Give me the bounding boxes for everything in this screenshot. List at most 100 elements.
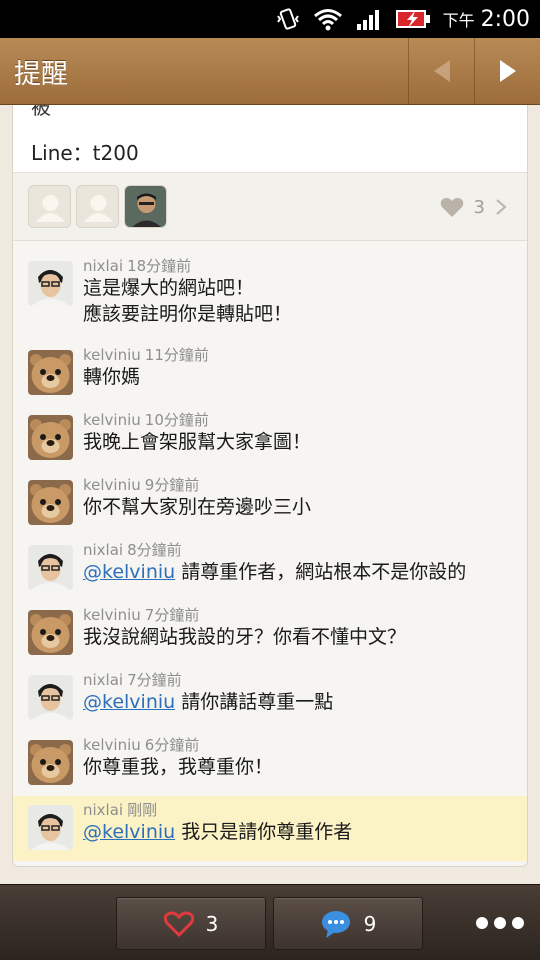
comment-item[interactable]: kelviniu 10分鐘前 我晚上會架服幫大家拿圖！ xyxy=(13,406,527,471)
comment-username: kelviniu xyxy=(83,346,141,364)
comment-text: 你不幫大家別在旁邊吵三小 xyxy=(83,494,311,520)
post-text-partial: 被 xyxy=(31,105,51,119)
more-options-button[interactable] xyxy=(476,903,524,943)
comment-username: kelviniu xyxy=(83,411,141,429)
comment-username: kelviniu xyxy=(83,736,141,754)
comment-item[interactable]: kelviniu 9分鐘前 你不幫大家別在旁邊吵三小 xyxy=(13,471,527,536)
mention-link[interactable]: @kelviniu xyxy=(83,821,175,843)
comment-time: 9分鐘前 xyxy=(144,476,200,494)
comment-line: 轉你媽 xyxy=(83,366,141,388)
comment-time: 7分鐘前 xyxy=(127,671,182,689)
comment-line: 請尊重作者，網站根本不是你設的 xyxy=(181,561,467,583)
comment-text: 我沒說網站我設的牙？你看不懂中文？ xyxy=(83,624,406,650)
default-person-icon xyxy=(84,195,113,222)
comment-text: 這是爆大的網站吧！ 應該要註明你是轉貼吧！ xyxy=(83,275,292,327)
comment-time: 8分鐘前 xyxy=(127,541,182,559)
comment-line: 你不幫大家別在旁邊吵三小 xyxy=(83,496,312,518)
comment-meta: kelviniu 7分鐘前 xyxy=(83,604,199,625)
liker-avatar-photo[interactable] xyxy=(124,185,167,228)
avatar[interactable] xyxy=(28,610,73,655)
comment-text: @kelviniu 我只是請你尊重作者 xyxy=(83,819,352,845)
man-portrait-icon xyxy=(28,545,73,590)
man-portrait-icon xyxy=(28,261,73,306)
liker-avatar-placeholder[interactable] xyxy=(28,185,71,228)
avatar[interactable] xyxy=(28,350,73,395)
comment-username: kelviniu xyxy=(83,606,141,624)
comment-username: nixlai xyxy=(83,801,124,819)
teddy-bear-icon xyxy=(28,350,73,395)
chevron-right-icon xyxy=(496,199,507,215)
previous-button[interactable] xyxy=(408,37,474,105)
comment-line: 我只是請你尊重作者 xyxy=(181,821,353,843)
man-portrait-icon xyxy=(28,675,73,720)
like-count: 3 xyxy=(205,911,219,936)
like-button[interactable]: 3 xyxy=(116,897,266,950)
post-card: 被 Line：t200 3 nixlai 18分鐘前 這是爆大的網站吧！ 應該要註明… xyxy=(12,105,528,867)
avatar[interactable] xyxy=(28,480,73,525)
more-dot-icon xyxy=(476,917,488,929)
comment-meta: kelviniu 10分鐘前 xyxy=(83,409,209,430)
bottom-action-bar: 3 9 xyxy=(0,884,540,960)
avatar[interactable] xyxy=(28,675,73,720)
comment-time: 剛剛 xyxy=(127,801,158,819)
comment-item[interactable]: kelviniu 6分鐘前 你尊重我，我尊重你！ xyxy=(13,731,527,796)
next-button[interactable] xyxy=(474,37,540,105)
comment-text: 你尊重我，我尊重你！ xyxy=(83,754,273,780)
comment-time: 7分鐘前 xyxy=(144,606,200,624)
clock: 下午 2:00 xyxy=(443,7,530,32)
comment-meta: nixlai 18分鐘前 xyxy=(83,255,191,276)
person-photo-icon xyxy=(125,186,166,227)
battery-icon xyxy=(395,6,431,32)
comment-username: kelviniu xyxy=(83,476,141,494)
comment-text: 轉你媽 xyxy=(83,364,140,390)
comment-meta: nixlai 8分鐘前 xyxy=(83,539,182,560)
comment-item[interactable]: nixlai 18分鐘前 這是爆大的網站吧！ 應該要註明你是轉貼吧！ xyxy=(13,252,527,325)
mention-link[interactable]: @kelviniu xyxy=(83,561,175,583)
status-bar: 下午 2:00 xyxy=(0,0,540,38)
more-dot-icon xyxy=(512,917,524,929)
teddy-bear-icon xyxy=(28,480,73,525)
clock-time: 2:00 xyxy=(480,6,530,32)
comment-meta: nixlai 7分鐘前 xyxy=(83,669,182,690)
heart-icon xyxy=(440,197,463,217)
arrow-left-icon xyxy=(433,60,450,82)
comment-line: 這是爆大的網站吧！ xyxy=(83,277,255,299)
avatar[interactable] xyxy=(28,545,73,590)
title-bar: 提醒 xyxy=(0,37,540,105)
comment-meta: kelviniu 11分鐘前 xyxy=(83,344,209,365)
more-dot-icon xyxy=(494,917,506,929)
teddy-bear-icon xyxy=(28,740,73,785)
avatar[interactable] xyxy=(28,261,73,306)
comment-item[interactable]: nixlai 7分鐘前 @kelviniu 請你講話尊重一點 xyxy=(13,666,527,731)
signal-icon xyxy=(355,6,383,32)
comment-line: 你尊重我，我尊重你！ xyxy=(83,756,274,778)
teddy-bear-icon xyxy=(28,415,73,460)
comment-meta: kelviniu 9分鐘前 xyxy=(83,474,199,495)
comment-line: 我沒說網站我設的牙？你看不懂中文？ xyxy=(83,626,407,648)
comment-item-highlighted[interactable]: nixlai 剛剛 @kelviniu 我只是請你尊重作者 xyxy=(13,796,527,861)
comment-item[interactable]: kelviniu 11分鐘前 轉你媽 xyxy=(13,341,527,406)
avatar[interactable] xyxy=(28,415,73,460)
comment-item[interactable]: nixlai 8分鐘前 @kelviniu 請尊重作者，網站根本不是你設的 xyxy=(13,536,527,601)
comment-meta: kelviniu 6分鐘前 xyxy=(83,734,199,755)
liker-avatar-placeholder[interactable] xyxy=(76,185,119,228)
teddy-bear-icon xyxy=(28,610,73,655)
wifi-icon xyxy=(313,6,343,32)
comment-button[interactable]: 9 xyxy=(273,897,423,950)
likes-row[interactable]: 3 xyxy=(13,173,527,241)
comment-item[interactable]: kelviniu 7分鐘前 我沒說網站我設的牙？你看不懂中文？ xyxy=(13,601,527,666)
comment-line: 應該要註明你是轉貼吧！ xyxy=(83,303,293,325)
comment-username: nixlai xyxy=(83,257,124,275)
avatar[interactable] xyxy=(28,740,73,785)
mention-link[interactable]: @kelviniu xyxy=(83,691,175,713)
avatar[interactable] xyxy=(28,805,73,850)
comment-line: 請你講話尊重一點 xyxy=(181,691,334,713)
comment-line: 我晚上會架服幫大家拿圖！ xyxy=(83,431,312,453)
post-body: 被 Line：t200 xyxy=(13,105,527,173)
comment-username: nixlai xyxy=(83,541,124,559)
comment-text: @kelviniu 請你講話尊重一點 xyxy=(83,689,333,715)
arrow-right-icon xyxy=(499,60,516,82)
clock-ampm: 下午 xyxy=(442,10,475,30)
likes-summary[interactable]: 3 xyxy=(440,173,507,241)
comment-text: @kelviniu 請尊重作者，網站根本不是你設的 xyxy=(83,559,466,585)
